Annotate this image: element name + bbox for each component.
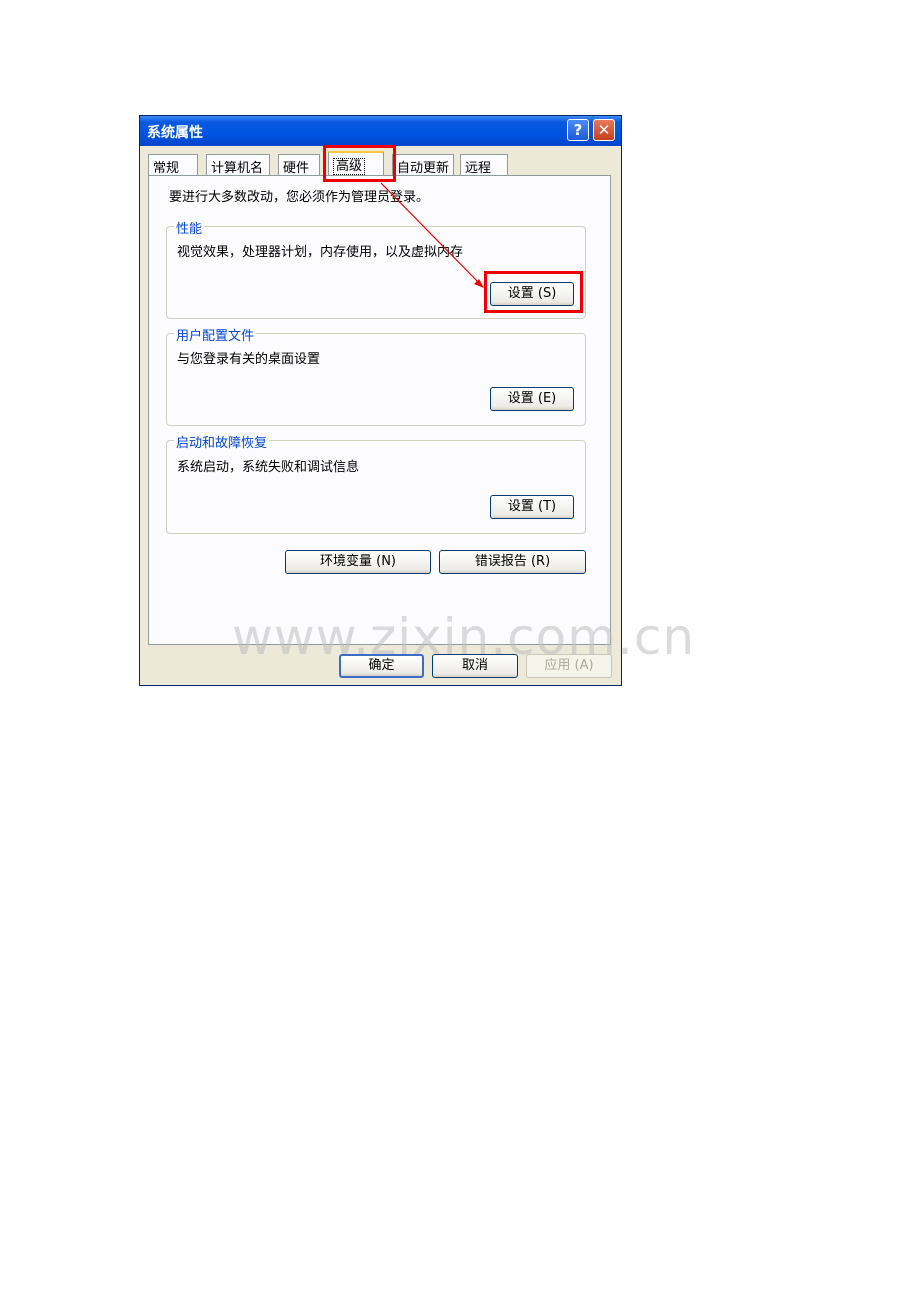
watermark: www.zixin.com.cn: [232, 608, 696, 666]
arrow-head: [474, 279, 484, 288]
arrow-line: [380, 182, 481, 285]
